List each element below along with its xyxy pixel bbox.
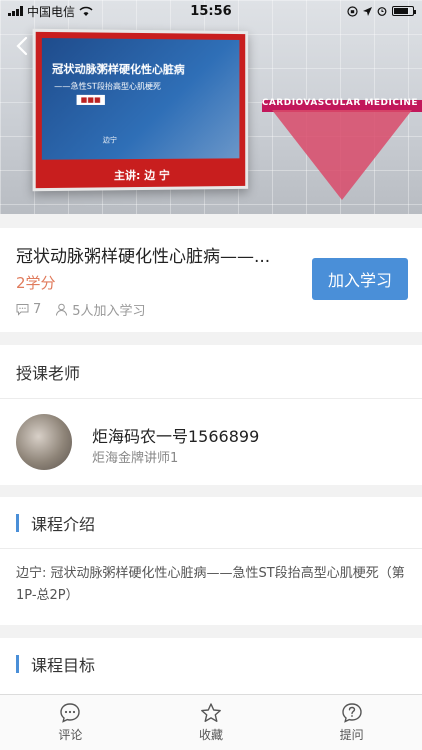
battery-icon	[392, 6, 416, 16]
orientation-lock-icon	[347, 5, 358, 17]
slide-presenter: 边宁	[102, 136, 117, 145]
comment-icon	[60, 703, 81, 723]
comment-button[interactable]: 评论	[0, 695, 141, 750]
course-goal-section: 课程目标	[0, 638, 422, 694]
person-icon	[56, 303, 68, 316]
banner-slide-screen: 冠状动脉粥样硬化性心脏病 ——急性ST段抬高型心肌梗死 ■■■ 边宁 主讲: 边…	[32, 28, 249, 192]
star-icon	[201, 703, 221, 722]
location-icon	[363, 6, 372, 16]
slide-footer: 主讲: 边 宁	[113, 168, 170, 183]
section-accent-bar	[16, 655, 19, 673]
intro-text: 边宁: 冠状动脉粥样硬化性心脏病——急性ST段抬高型心肌梗死（第1P-总2P）	[16, 566, 405, 603]
comment-icon	[16, 304, 29, 316]
wifi-icon	[79, 6, 93, 16]
joined-count: 5人加入学习	[72, 304, 146, 319]
teacher-section: 授课老师 炬海码农一号1566899 炬海金牌讲师1	[0, 345, 422, 485]
comment-label: 评论	[58, 728, 83, 742]
intro-header: 课程介绍	[0, 497, 422, 549]
course-credit: 2学分	[16, 274, 56, 292]
ask-label: 提问	[339, 728, 364, 742]
course-banner: 冠状动脉粥样硬化性心脏病 ——急性ST段抬高型心肌梗死 ■■■ 边宁 主讲: 边…	[0, 0, 422, 214]
slide-title: 冠状动脉粥样硬化性心脏病	[52, 62, 185, 77]
comments-count: 7	[33, 302, 42, 317]
joined-stat: 5人加入学习	[55, 300, 146, 319]
status-bar: 中国电信 15:56	[0, 0, 422, 22]
status-right	[347, 5, 416, 17]
slide-subtitle: ——急性ST段抬高型心肌梗死	[54, 81, 161, 92]
goal-section-title: 课程目标	[31, 656, 96, 675]
back-button[interactable]	[8, 32, 36, 60]
teacher-title: 炬海金牌讲师1	[92, 451, 179, 466]
slide-content: 冠状动脉粥样硬化性心脏病 ——急性ST段抬高型心肌梗死 ■■■ 边宁	[41, 38, 240, 160]
question-icon	[341, 703, 362, 723]
comments-stat: 7	[16, 302, 41, 317]
signal-icon	[8, 6, 23, 16]
join-study-button[interactable]: 加入学习	[312, 258, 408, 300]
status-left: 中国电信	[8, 3, 93, 20]
favorite-label: 收藏	[199, 728, 224, 742]
bottom-toolbar: 评论 收藏 提问	[0, 694, 422, 750]
ask-button[interactable]: 提问	[281, 695, 422, 750]
teacher-section-title: 授课老师	[0, 345, 422, 399]
carrier-label: 中国电信	[27, 4, 76, 19]
goal-header: 课程目标	[0, 638, 422, 690]
section-accent-bar	[16, 513, 19, 532]
favorite-button[interactable]: 收藏	[141, 695, 282, 750]
course-stats: 7 5人加入学习	[16, 300, 160, 319]
slide-logo: ■■■	[76, 94, 105, 105]
alarm-icon	[377, 7, 387, 16]
teacher-row[interactable]: 炬海码农一号1566899 炬海金牌讲师1	[0, 399, 422, 485]
chevron-left-icon	[16, 36, 28, 56]
intro-section-title: 课程介绍	[31, 514, 96, 534]
banner-stage-decoration: CARDIOVASCULAR MEDICINE	[262, 92, 422, 212]
course-info-card: 冠状动脉粥样硬化性心脏病——... 2学分 7 5人加入学习 加入学习	[0, 228, 422, 332]
stage-triangle	[272, 110, 412, 200]
teacher-name: 炬海码农一号1566899	[92, 427, 260, 446]
course-title: 冠状动脉粥样硬化性心脏病——...	[16, 247, 271, 267]
teacher-avatar[interactable]	[16, 414, 72, 470]
stage-text: CARDIOVASCULAR MEDICINE	[261, 98, 418, 108]
course-intro-section: 课程介绍 边宁: 冠状动脉粥样硬化性心脏病——急性ST段抬高型心肌梗死（第1P-…	[0, 497, 422, 625]
